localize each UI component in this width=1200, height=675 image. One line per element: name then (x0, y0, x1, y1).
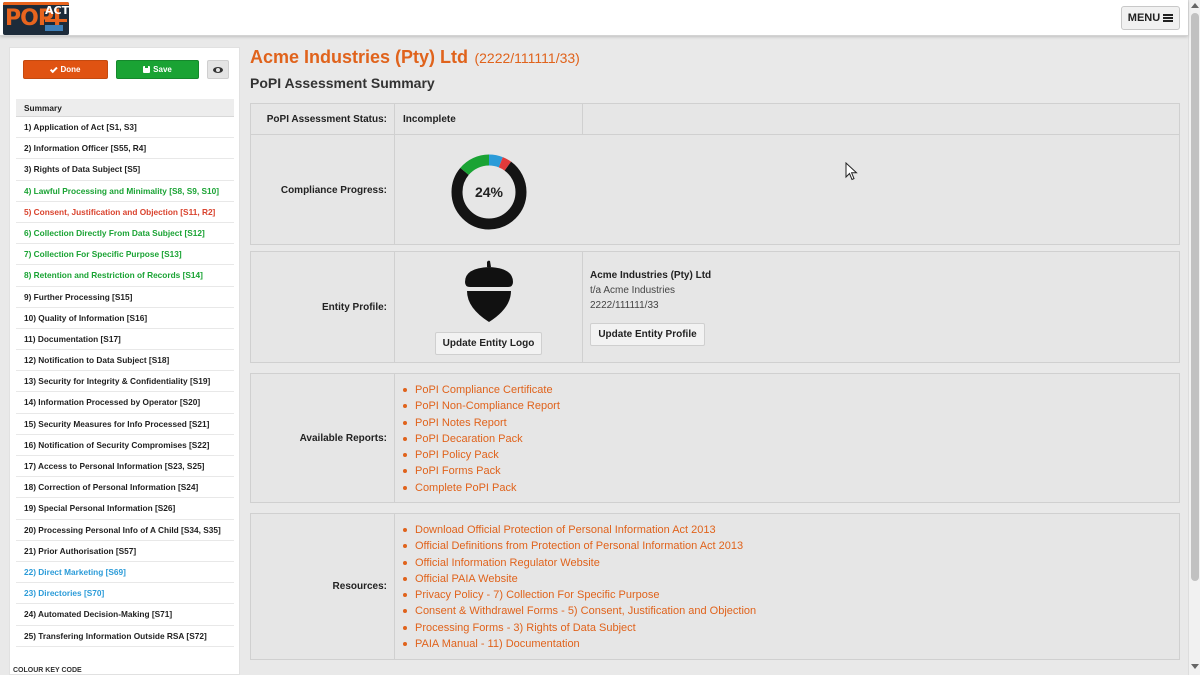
progress-label: Compliance Progress: (251, 135, 395, 245)
colour-key-label: COLOUR KEY CODE (13, 667, 82, 674)
update-logo-button[interactable]: Update Entity Logo (435, 332, 542, 355)
resource-link[interactable]: Download Official Protection of Personal… (402, 522, 756, 538)
resources-panel: Resources: Download Official Protection … (250, 513, 1180, 660)
sidebar-item-section[interactable]: 7) Collection For Specific Purpose [S13] (16, 244, 234, 266)
entity-label: Entity Profile: (251, 252, 395, 362)
check-icon (49, 64, 58, 73)
resource-link[interactable]: Official PAIA Website (402, 571, 756, 587)
mouse-cursor-icon (845, 162, 858, 181)
sidebar-item-section[interactable]: 24) Automated Decision-Making [S71] (16, 604, 234, 626)
resource-link[interactable]: PAIA Manual - 11) Documentation (402, 636, 756, 652)
scroll-up-icon[interactable] (1191, 3, 1199, 8)
menu-button[interactable]: MENU (1121, 6, 1180, 30)
eye-icon (213, 66, 223, 73)
report-link[interactable]: PoPI Notes Report (403, 415, 560, 431)
preview-button[interactable] (207, 60, 229, 79)
company-code: (2222/111111/33) (474, 50, 580, 66)
top-bar: POPI ACT MENU (0, 0, 1188, 36)
menu-bars-icon (1163, 14, 1174, 22)
sidebar-item-section[interactable]: 1) Application of Act [S1, S3] (16, 117, 234, 139)
resources-list: Download Official Protection of Personal… (402, 522, 756, 652)
report-link[interactable]: PoPI Non-Compliance Report (403, 398, 560, 414)
status-label: PoPI Assessment Status: (251, 104, 395, 134)
sidebar-item-section[interactable]: 20) Processing Personal Info of A Child … (16, 520, 234, 541)
entity-trading-as: t/a Acme Industries (590, 285, 676, 296)
reports-label: Available Reports: (251, 374, 395, 502)
report-link[interactable]: Complete PoPI Pack (403, 480, 560, 496)
resource-link[interactable]: Consent & Withdrawel Forms - 5) Consent,… (402, 603, 756, 619)
entity-panel: Entity Profile: Update Entity Logo Acme … (250, 251, 1180, 363)
progress-percent: 24% (474, 184, 504, 200)
page-scrollbar[interactable] (1188, 0, 1200, 675)
company-name: Acme Industries (Pty) Ltd (250, 47, 469, 67)
resource-link[interactable]: Official Definitions from Protection of … (402, 538, 756, 554)
page-title: Acme Industries (Pty) Ltd (2222/111111/3… (250, 47, 580, 68)
sidebar-item-section[interactable]: 12) Notification to Data Subject [S18] (16, 350, 234, 372)
sidebar-item-section[interactable]: 18) Correction of Personal Information [… (16, 477, 234, 499)
sidebar-item-section[interactable]: 21) Prior Authorisation [S57] (16, 541, 234, 562)
sidebar-item-section[interactable]: 10) Quality of Information [S16] (16, 308, 234, 329)
save-disk-icon (143, 66, 151, 73)
resource-link[interactable]: Processing Forms - 3) Rights of Data Sub… (402, 620, 756, 636)
sidebar-item-section[interactable]: 23) Directories [S70] (16, 583, 234, 605)
menu-label: MENU (1127, 12, 1161, 24)
assessment-panel: PoPI Assessment Status: Incomplete Compl… (250, 103, 1180, 245)
sidebar-item-section[interactable]: 8) Retention and Restriction of Records … (16, 265, 234, 287)
sidebar-item-section[interactable]: 9) Further Processing [S15] (16, 287, 234, 308)
sidebar-item-section[interactable]: 2) Information Officer [S55, R4] (16, 138, 234, 160)
sidebar-item-summary[interactable]: Summary (16, 99, 234, 117)
report-link[interactable]: PoPI Decaration Pack (403, 431, 560, 447)
sidebar-item-section[interactable]: 25) Transfering Information Outside RSA … (16, 626, 234, 647)
report-link[interactable]: PoPI Compliance Certificate (403, 382, 560, 398)
save-label: Save (153, 65, 172, 74)
report-link[interactable]: PoPI Forms Pack (403, 463, 560, 479)
sidebar-item-section[interactable]: 14) Information Processed by Operator [S… (16, 392, 234, 414)
save-button[interactable]: Save (116, 60, 199, 79)
scrollbar-thumb[interactable] (1191, 13, 1199, 581)
sidebar-item-section[interactable]: 15) Security Measures for Info Processed… (16, 414, 234, 435)
reports-list: PoPI Compliance Certificate PoPI Non-Comp… (403, 382, 560, 496)
entity-name: Acme Industries (Pty) Ltd (590, 270, 712, 281)
sidebar-item-section[interactable]: 3) Rights of Data Subject [S5] (16, 159, 234, 181)
sidebar-item-section[interactable]: 5) Consent, Justification and Objection … (16, 202, 234, 223)
scroll-down-icon[interactable] (1191, 664, 1199, 669)
sidebar-item-section[interactable]: 19) Special Personal Information [S26] (16, 498, 234, 520)
status-value: Incomplete (403, 114, 456, 125)
resource-link[interactable]: Official Information Regulator Website (402, 555, 756, 571)
sidebar-item-section[interactable]: 11) Documentation [S17] (16, 329, 234, 351)
section-nav: Summary 1) Application of Act [S1, S3] 2) … (16, 99, 234, 647)
sidebar-item-section[interactable]: 4) Lawful Processing and Minimality [S8,… (16, 181, 234, 202)
popi-act-logo[interactable]: POPI ACT (3, 2, 69, 35)
status-row: PoPI Assessment Status: Incomplete (251, 104, 1179, 135)
done-button[interactable]: Done (23, 60, 108, 79)
reports-panel: Available Reports: PoPI Compliance Certi… (250, 373, 1180, 503)
acorn-logo-icon (465, 260, 513, 322)
resource-link[interactable]: Privacy Policy - 7) Collection For Speci… (402, 587, 756, 603)
update-profile-button[interactable]: Update Entity Profile (590, 323, 705, 346)
sidebar-item-section[interactable]: 6) Collection Directly From Data Subject… (16, 223, 234, 245)
resources-label: Resources: (251, 514, 395, 659)
sidebar-item-section[interactable]: 17) Access to Personal Information [S23,… (16, 456, 234, 478)
page-subtitle: PoPI Assessment Summary (250, 75, 435, 91)
done-label: Done (60, 65, 81, 74)
sidebar-item-section[interactable]: 16) Notification of Security Compromises… (16, 435, 234, 456)
progress-row: Compliance Progress: 24% (251, 135, 1179, 245)
entity-registration: 2222/111111/33 (590, 300, 659, 311)
report-link[interactable]: PoPI Policy Pack (403, 447, 560, 463)
sidebar-item-section[interactable]: 13) Security for Integrity & Confidentia… (16, 371, 234, 393)
logo-act: ACT (45, 4, 69, 17)
sidebar: Done Save Summary 1) Application of Act [… (9, 47, 240, 675)
sidebar-item-section[interactable]: 22) Direct Marketing [S69] (16, 562, 234, 584)
